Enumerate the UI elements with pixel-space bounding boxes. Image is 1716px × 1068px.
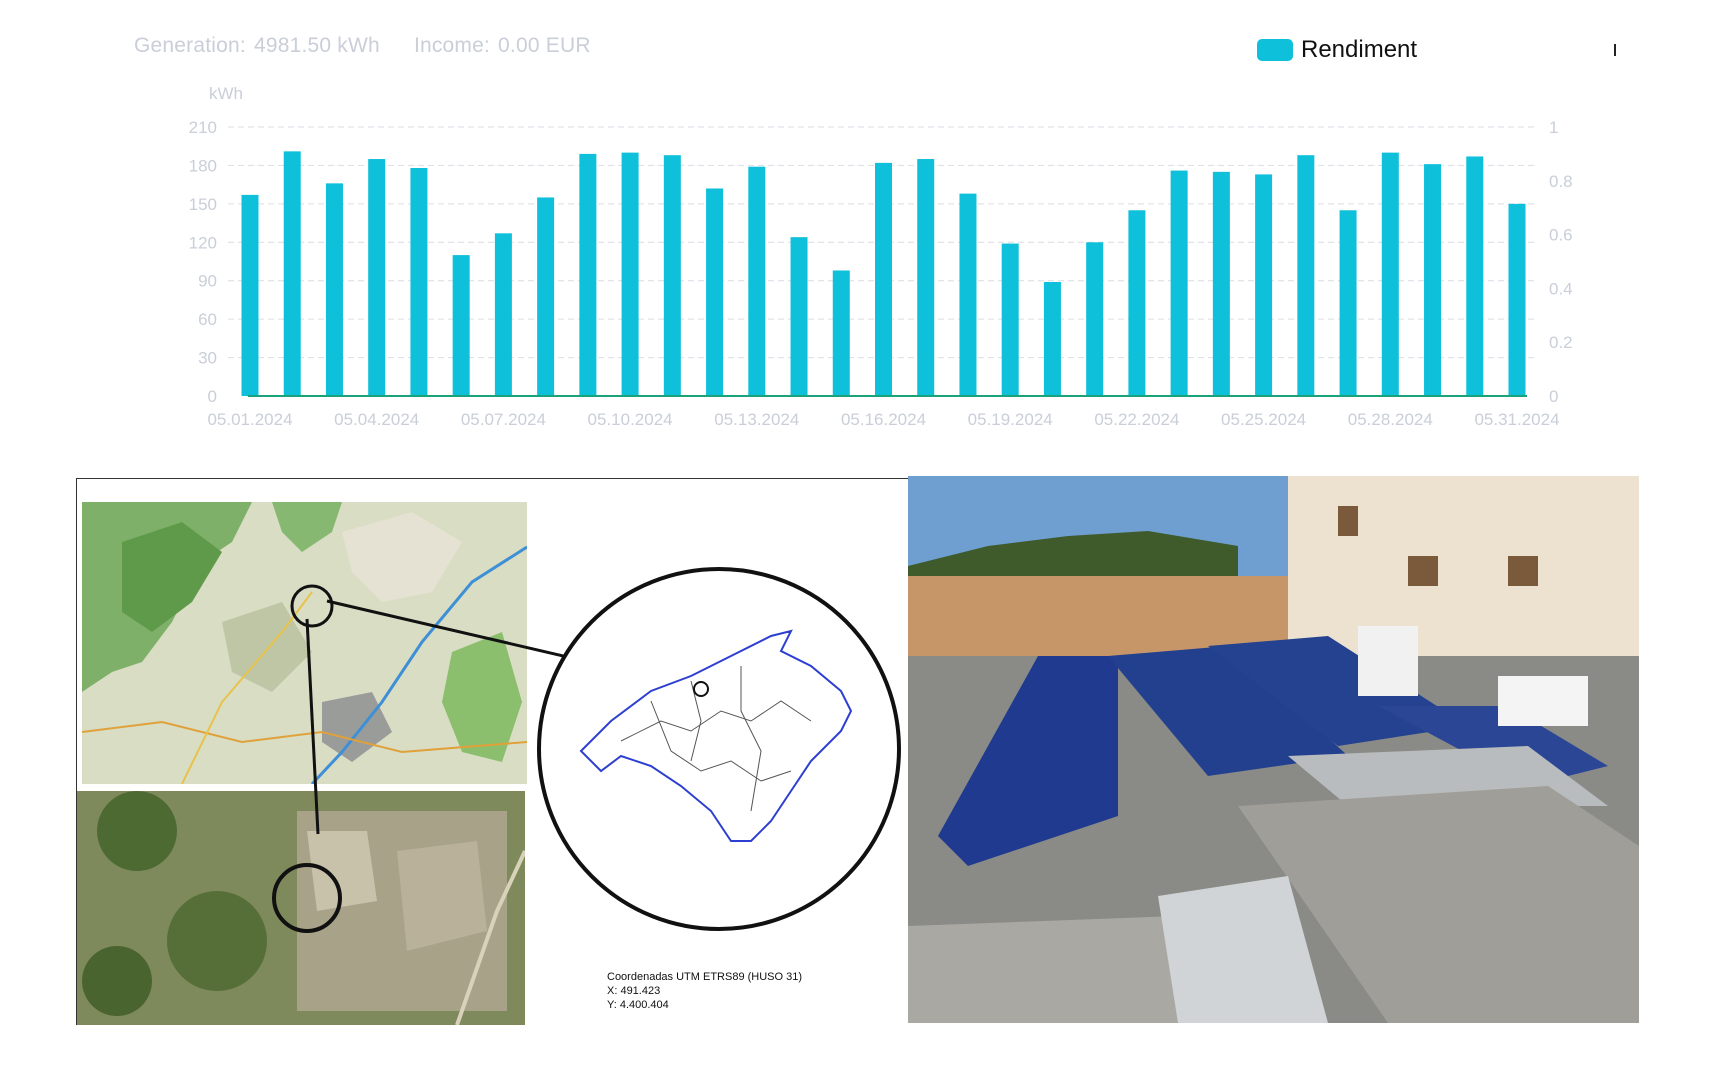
legend-swatch (1257, 39, 1293, 61)
y2-tick-label: 0.6 (1549, 226, 1573, 245)
bar-05.20.2024[interactable] (1043, 281, 1061, 396)
x-tick-label: 05.04.2024 (334, 410, 419, 429)
generation-income-summary: Generation: 4981.50 kWh Income: 0.00 EUR (134, 34, 619, 58)
bar-05.09.2024[interactable] (579, 153, 597, 396)
x-tick-label: 05.25.2024 (1221, 410, 1306, 429)
y2-tick-label: 0.8 (1549, 172, 1573, 191)
x-tick-label: 05.10.2024 (588, 410, 673, 429)
bar-05.04.2024[interactable] (368, 159, 386, 396)
chart-legend[interactable]: Rendiment (1257, 36, 1417, 64)
y-tick-label: 150 (189, 195, 217, 214)
bar-05.08.2024[interactable] (537, 197, 555, 396)
rendiment-bar-chart: 0 30 60 90 120 150 180 210 0 0.2 0.4 0.6 0.8 1 05.01… (189, 118, 1573, 429)
utm-coordinates: Coordenadas UTM ETRS89 (HUSO 31) X: 491.… (607, 970, 802, 1012)
bar-05.01.2024[interactable] (241, 194, 259, 396)
generation-label: Generation: (134, 34, 246, 57)
coords-x: X: 491.423 (607, 985, 661, 997)
x-tick-label: 05.13.2024 (714, 410, 799, 429)
y-axis-unit-label: kWh (209, 84, 243, 103)
bar-05.07.2024[interactable] (494, 233, 512, 396)
bar-05.12.2024[interactable] (706, 188, 724, 396)
legend-label: Rendiment (1301, 36, 1418, 63)
y-tick-label: 120 (189, 233, 217, 252)
bar-05.31.2024[interactable] (1508, 203, 1526, 396)
bar-05.24.2024[interactable] (1212, 171, 1230, 396)
y-tick-label: 180 (189, 156, 217, 175)
y2-tick-label: 0 (1549, 387, 1558, 406)
bar-05.16.2024[interactable] (875, 162, 892, 396)
y2-tick-label: 1 (1549, 118, 1558, 137)
coords-title: Coordenadas UTM ETRS89 (HUSO 31) (607, 971, 803, 983)
y-axis-left: 0 30 60 90 120 150 180 210 (189, 118, 217, 406)
bar-05.27.2024[interactable] (1339, 210, 1357, 396)
bar-05.29.2024[interactable] (1424, 164, 1442, 396)
bar-05.28.2024[interactable] (1381, 152, 1399, 396)
bar-05.11.2024[interactable] (663, 155, 681, 396)
bar-05.23.2024[interactable] (1170, 170, 1188, 396)
x-tick-label: 05.01.2024 (207, 410, 292, 429)
mallorca-island-map (537, 567, 901, 931)
bar-05.26.2024[interactable] (1297, 155, 1315, 396)
bar-05.15.2024[interactable] (832, 270, 850, 396)
bar-05.03.2024[interactable] (325, 183, 343, 396)
y-tick-label: 30 (198, 349, 217, 368)
x-tick-label: 05.19.2024 (968, 410, 1053, 429)
coords-y: Y: 4.400.404 (607, 999, 669, 1011)
y-tick-label: 0 (208, 387, 217, 406)
y2-tick-label: 0.2 (1549, 333, 1573, 352)
bar-05.30.2024[interactable] (1466, 156, 1484, 396)
x-tick-label: 05.07.2024 (461, 410, 546, 429)
y-tick-label: 60 (198, 310, 217, 329)
bar-05.06.2024[interactable] (452, 255, 470, 396)
x-axis: 05.01.2024 05.04.2024 05.07.2024 05.10.2024… (207, 395, 1560, 429)
bar-05.25.2024[interactable] (1255, 174, 1273, 396)
y-axis-right: 0 0.2 0.4 0.6 0.8 1 (1549, 118, 1573, 406)
bar-05.05.2024[interactable] (410, 167, 428, 396)
generation-value: 4981.50 kWh (253, 34, 380, 57)
bar-05.18.2024[interactable] (959, 193, 977, 396)
bar-05.10.2024[interactable] (621, 152, 639, 396)
location-maps-panel: Coordenadas UTM ETRS89 (HUSO 31) X: 491.… (76, 478, 909, 1025)
bar-05.02.2024[interactable] (283, 151, 301, 396)
rooftop-solar-panels-photo (908, 476, 1639, 1023)
y-tick-label: 90 (198, 272, 217, 291)
bar-05.21.2024[interactable] (1086, 242, 1104, 396)
y-tick-label: 210 (189, 118, 217, 137)
bar-05.22.2024[interactable] (1128, 210, 1146, 396)
x-tick-label: 05.22.2024 (1094, 410, 1179, 429)
bar-05.19.2024[interactable] (1001, 243, 1019, 396)
x-tick-label: 05.16.2024 (841, 410, 926, 429)
bar-05.17.2024[interactable] (917, 159, 935, 396)
legend-scroll-marker (1614, 44, 1616, 56)
y2-tick-label: 0.4 (1549, 279, 1573, 298)
chart-bars (241, 151, 1526, 396)
bar-05.14.2024[interactable] (790, 237, 808, 396)
x-tick-label: 05.28.2024 (1348, 410, 1433, 429)
income-label: Income: (413, 34, 491, 57)
x-tick-label: 05.31.2024 (1474, 410, 1559, 429)
income-value: 0.00 EUR (498, 34, 591, 57)
bar-05.13.2024[interactable] (748, 166, 766, 396)
